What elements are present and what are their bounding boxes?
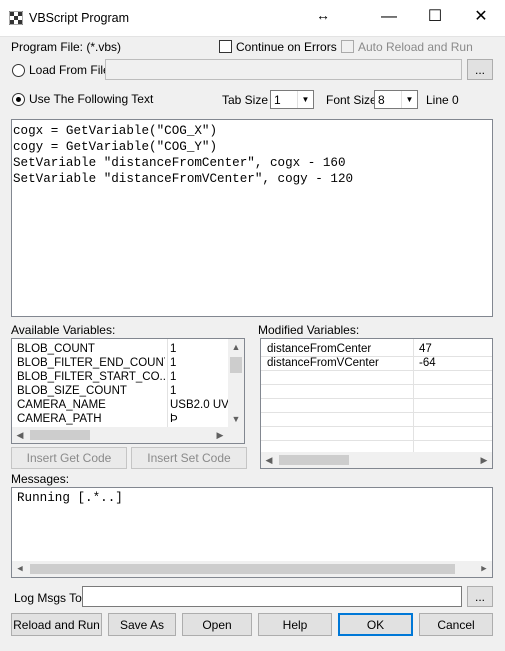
horizontal-scrollbar[interactable]: ◀ ▶ bbox=[12, 427, 228, 443]
auto-reload-label[interactable]: Auto Reload and Run bbox=[358, 40, 473, 54]
load-from-file-label[interactable]: Load From File bbox=[29, 63, 110, 77]
maximize-button[interactable]: ☐ bbox=[412, 2, 458, 32]
available-variables-label: Available Variables: bbox=[11, 323, 116, 337]
table-row[interactable]: BLOB_FILTER_START_CO... 1 bbox=[12, 370, 228, 384]
continue-on-errors-label[interactable]: Continue on Errors bbox=[236, 40, 337, 54]
table-row[interactable]: CAMERA_NAME USB2.0 UVC bbox=[12, 398, 228, 412]
scroll-thumb[interactable] bbox=[279, 455, 349, 465]
code-line: cogx = GetVariable("COG_X") bbox=[13, 124, 218, 138]
chevron-down-icon: ▼ bbox=[401, 91, 417, 108]
browse-file-button[interactable]: ... bbox=[467, 59, 493, 80]
scroll-right-icon[interactable]: ▶ bbox=[476, 452, 492, 468]
variable-name: CAMERA_PATH bbox=[17, 413, 102, 425]
tab-size-value: 1 bbox=[274, 93, 281, 107]
variable-value: 47 bbox=[419, 343, 432, 355]
variable-value: Þ bbox=[170, 413, 178, 425]
available-variables-list[interactable]: BLOB_COUNT 1 BLOB_FILTER_END_COUNT 1 BLO… bbox=[11, 338, 245, 444]
variable-value: 1 bbox=[170, 371, 177, 383]
scroll-up-icon[interactable]: ▲ bbox=[228, 339, 244, 355]
modified-variables-list[interactable]: distanceFromCenter 47 distanceFromVCente… bbox=[260, 338, 493, 469]
horizontal-scrollbar[interactable]: ◀ ▶ bbox=[261, 452, 492, 468]
close-icon: ✕ bbox=[474, 8, 488, 25]
auto-reload-checkbox[interactable] bbox=[341, 40, 354, 53]
chevron-down-icon: ▼ bbox=[297, 91, 313, 108]
help-button[interactable]: Help bbox=[258, 613, 332, 636]
table-row[interactable]: BLOB_COUNT 1 bbox=[12, 342, 228, 356]
cancel-button[interactable]: Cancel bbox=[419, 613, 493, 636]
variable-name: distanceFromVCenter bbox=[267, 357, 379, 369]
horizontal-scrollbar[interactable]: ◀ ▶ bbox=[12, 561, 492, 577]
messages-label: Messages: bbox=[11, 472, 70, 486]
font-size-value: 8 bbox=[378, 93, 385, 107]
use-following-text-radio[interactable] bbox=[12, 93, 25, 106]
scroll-left-icon[interactable]: ◀ bbox=[12, 427, 28, 443]
variable-name: BLOB_FILTER_START_CO... bbox=[17, 371, 165, 383]
variable-name: CAMERA_NAME bbox=[17, 399, 106, 411]
variable-name: BLOB_COUNT bbox=[17, 343, 95, 355]
modified-variables-label: Modified Variables: bbox=[258, 323, 360, 337]
variable-value: 1 bbox=[170, 343, 177, 355]
minimize-button[interactable]: — bbox=[366, 2, 412, 32]
insert-set-code-button[interactable]: Insert Set Code bbox=[131, 447, 247, 469]
save-as-button[interactable]: Save As bbox=[108, 613, 176, 636]
log-msgs-label: Log Msgs To bbox=[14, 591, 82, 605]
ok-button[interactable]: OK bbox=[338, 613, 413, 636]
scroll-thumb[interactable] bbox=[30, 564, 455, 574]
use-following-text-label[interactable]: Use The Following Text bbox=[29, 92, 153, 106]
scroll-thumb[interactable] bbox=[230, 357, 242, 373]
app-icon bbox=[9, 11, 23, 25]
scroll-down-icon[interactable]: ▼ bbox=[228, 411, 244, 427]
load-from-file-radio[interactable] bbox=[12, 64, 25, 77]
variable-value: USB2.0 UVC bbox=[170, 399, 228, 411]
variable-value: -64 bbox=[419, 357, 436, 369]
continue-on-errors-checkbox[interactable] bbox=[219, 40, 232, 53]
message-text: Running [.*..] bbox=[17, 491, 123, 505]
maximize-icon: ☐ bbox=[427, 8, 443, 25]
font-size-select[interactable]: 8 ▼ bbox=[374, 90, 418, 109]
scroll-thumb[interactable] bbox=[30, 430, 90, 440]
vertical-scrollbar[interactable]: ▲ ▼ bbox=[228, 339, 244, 427]
open-button[interactable]: Open bbox=[182, 613, 252, 636]
browse-log-button[interactable]: ... bbox=[467, 586, 493, 607]
table-row[interactable]: distanceFromCenter 47 bbox=[261, 342, 492, 356]
file-path-input[interactable] bbox=[105, 59, 462, 80]
scroll-right-icon[interactable]: ▶ bbox=[476, 561, 492, 577]
line-indicator: Line 0 bbox=[426, 93, 459, 107]
code-editor[interactable]: cogx = GetVariable("COG_X") cogy = GetVa… bbox=[11, 119, 493, 317]
resize-icon[interactable]: ↔ bbox=[316, 7, 330, 23]
variable-value: 1 bbox=[170, 385, 177, 397]
scroll-corner bbox=[228, 427, 244, 443]
insert-get-code-button[interactable]: Insert Get Code bbox=[11, 447, 127, 469]
messages-box[interactable]: Running [.*..] ◀ ▶ bbox=[11, 487, 493, 578]
table-row[interactable]: BLOB_FILTER_END_COUNT 1 bbox=[12, 356, 228, 370]
scroll-right-icon[interactable]: ▶ bbox=[212, 427, 228, 443]
program-file-label: Program File: (*.vbs) bbox=[11, 40, 122, 54]
tab-size-label: Tab Size bbox=[222, 93, 269, 107]
scroll-left-icon[interactable]: ◀ bbox=[261, 452, 277, 468]
title-bar: VBScript Program ↔ — ☐ ✕ bbox=[0, 0, 505, 37]
table-row[interactable]: BLOB_SIZE_COUNT 1 bbox=[12, 384, 228, 398]
scroll-left-icon[interactable]: ◀ bbox=[12, 561, 28, 577]
window-title: VBScript Program bbox=[29, 11, 130, 25]
code-line: SetVariable "distanceFromCenter", cogx -… bbox=[13, 156, 346, 170]
tab-size-select[interactable]: 1 ▼ bbox=[270, 90, 314, 109]
minimize-icon: — bbox=[381, 8, 397, 25]
table-row[interactable]: CAMERA_PATH Þ bbox=[12, 412, 228, 426]
variable-name: BLOB_SIZE_COUNT bbox=[17, 385, 127, 397]
font-size-label: Font Size bbox=[326, 93, 377, 107]
variable-name: distanceFromCenter bbox=[267, 343, 372, 355]
close-button[interactable]: ✕ bbox=[458, 2, 504, 32]
variable-name: BLOB_FILTER_END_COUNT bbox=[17, 357, 165, 369]
reload-and-run-button[interactable]: Reload and Run bbox=[11, 613, 102, 636]
table-row[interactable]: distanceFromVCenter -64 bbox=[261, 356, 492, 370]
variable-value: 1 bbox=[170, 357, 177, 369]
code-line: cogy = GetVariable("COG_Y") bbox=[13, 140, 218, 154]
log-path-input[interactable] bbox=[82, 586, 462, 607]
code-line: SetVariable "distanceFromVCenter", cogy … bbox=[13, 172, 354, 186]
